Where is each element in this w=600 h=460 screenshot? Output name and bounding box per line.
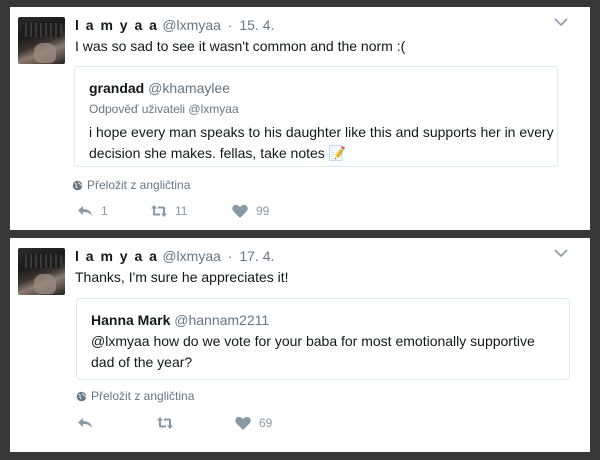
quoted-tweet-text: @lxmyaa how do we vote for your baba for…: [91, 333, 535, 370]
reply-button[interactable]: [76, 415, 101, 431]
translate-link[interactable]: Přeložit z angličtina: [72, 178, 190, 192]
quoted-tweet-header: Hanna Mark @hannam2211: [91, 312, 269, 328]
tweet-card[interactable]: l a m y a a @lxmyaa · 15. 4. I was so sa…: [10, 7, 590, 230]
reply-icon: [78, 418, 92, 428]
avatar[interactable]: [18, 248, 65, 295]
separator-dot: ·: [227, 17, 233, 33]
tweet-header: l a m y a a @lxmyaa · 17. 4.: [75, 248, 274, 264]
like-button[interactable]: 99: [231, 203, 269, 219]
like-count: 99: [256, 204, 270, 218]
heart-icon: [235, 416, 251, 430]
heart-icon: [232, 204, 248, 218]
globe-icon: [76, 391, 87, 401]
chevron-down-icon[interactable]: [554, 248, 568, 258]
retweet-button[interactable]: 11: [150, 203, 187, 219]
like-button[interactable]: 69: [234, 415, 272, 431]
tweet-actions: 1 11 99: [76, 203, 296, 223]
retweet-button[interactable]: [156, 415, 181, 431]
quoted-tweet[interactable]: Hanna Mark @hannam2211 @lxmyaa how do we…: [76, 298, 570, 380]
reply-icon: [78, 206, 92, 216]
tweet-text: I was so sad to see it wasn't common and…: [75, 38, 406, 54]
avatar[interactable]: [18, 17, 65, 64]
author-handle[interactable]: @lxmyaa: [162, 248, 221, 264]
tweet-date[interactable]: 15. 4.: [239, 17, 274, 33]
tweet-card[interactable]: l a m y a a @lxmyaa · 17. 4. Thanks, I'm…: [10, 238, 590, 452]
tweet-header: l a m y a a @lxmyaa · 15. 4.: [75, 17, 274, 33]
translate-label[interactable]: Přeložit z angličtina: [87, 178, 190, 192]
author-handle[interactable]: @lxmyaa: [162, 17, 221, 33]
quoted-tweet-text: i hope every man speaks to his daughter …: [89, 124, 554, 161]
quoted-author-name: Hanna Mark: [91, 312, 171, 328]
quoted-author-name: grandad: [89, 80, 145, 96]
tweet-text: Thanks, I'm sure he appreciates it!: [75, 269, 289, 285]
retweet-icon: [157, 417, 173, 429]
globe-icon: [72, 180, 83, 190]
chevron-down-icon[interactable]: [554, 17, 568, 27]
separator-dot: ·: [227, 248, 233, 264]
author-name[interactable]: l a m y a a: [75, 17, 158, 33]
retweet-icon: [151, 205, 167, 217]
author-name[interactable]: l a m y a a: [75, 248, 158, 264]
translate-label[interactable]: Přeložit z angličtina: [91, 389, 194, 403]
quoted-author-handle: @khamaylee: [148, 80, 231, 96]
tweet-actions: 69: [76, 415, 296, 435]
quoted-tweet-header: grandad @khamaylee: [89, 80, 230, 96]
quoted-tweet[interactable]: grandad @khamaylee Odpověď uživateli @lx…: [74, 66, 558, 167]
reply-count: 1: [101, 204, 108, 218]
reply-button[interactable]: 1: [76, 203, 108, 219]
tweet-date[interactable]: 17. 4.: [239, 248, 274, 264]
retweet-count: 11: [175, 204, 188, 218]
quoted-author-handle: @hannam2211: [174, 312, 270, 328]
translate-link[interactable]: Přeložit z angličtina: [76, 389, 194, 403]
like-count: 69: [259, 416, 273, 430]
reply-context: Odpověď uživateli @lxmyaa: [89, 102, 239, 116]
